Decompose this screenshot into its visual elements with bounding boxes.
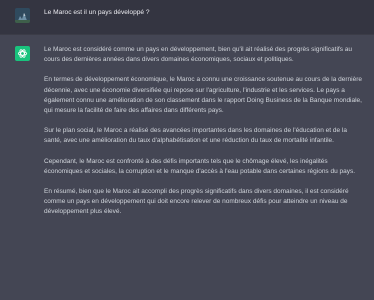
user-avatar-icon [15, 8, 30, 23]
chatgpt-logo-icon [15, 46, 30, 61]
answer-paragraph: Le Maroc est considéré comme un pays en … [44, 46, 352, 64]
answer-paragraph: En résumé, bien que le Maroc ait accompl… [44, 188, 349, 216]
answer-paragraph: En termes de développement économique, l… [44, 76, 362, 115]
user-message-text: Le Maroc est il un pays développé ? [44, 9, 150, 16]
chat-window: Le Maroc est il un pays développé ? Le M… [0, 0, 374, 300]
user-message-row: Le Maroc est il un pays développé ? [0, 0, 374, 34]
assistant-message-text: Le Maroc est considéré comme un pays en … [44, 45, 366, 228]
answer-paragraph: Cependant, le Maroc est confronté à des … [44, 157, 356, 175]
answer-paragraph: Sur le plan social, le Maroc a réalisé d… [44, 127, 347, 145]
assistant-message-row: Le Maroc est considéré comme un pays en … [0, 34, 374, 300]
